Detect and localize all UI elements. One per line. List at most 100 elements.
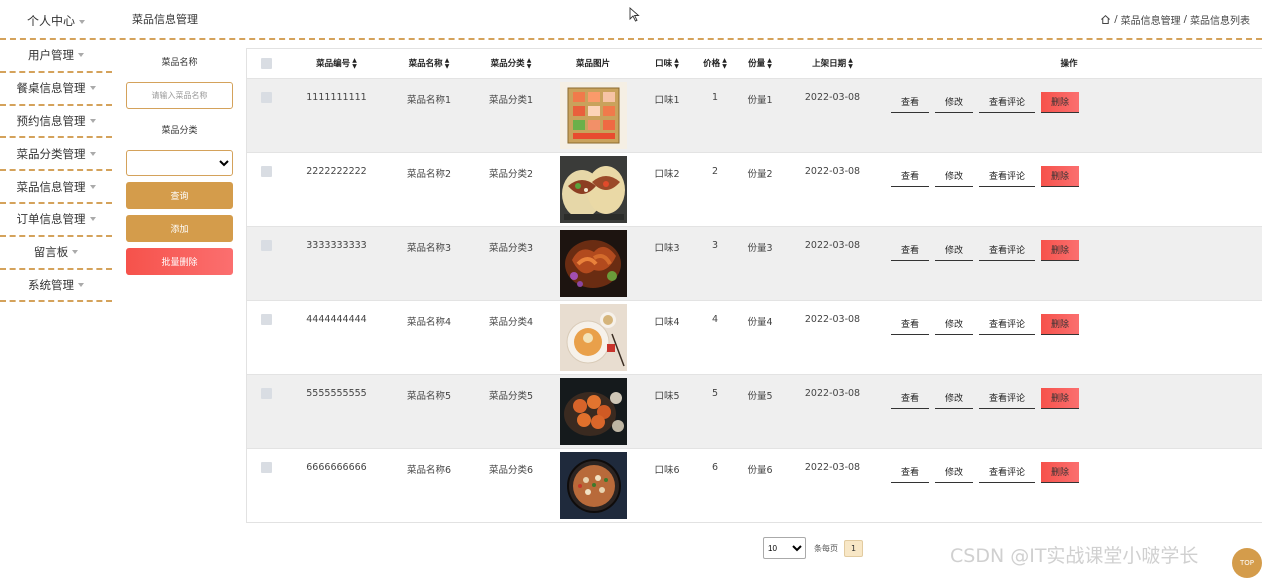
- delete-button[interactable]: 删除: [1041, 461, 1080, 483]
- delete-button[interactable]: 删除: [1041, 313, 1080, 335]
- view-button[interactable]: 查看: [891, 314, 930, 335]
- sidebar-item-label: 用户管理: [28, 48, 74, 63]
- row-checkbox[interactable]: [260, 313, 272, 325]
- delete-button[interactable]: 删除: [1041, 239, 1080, 261]
- row-checkbox[interactable]: [260, 91, 272, 103]
- row-checkbox[interactable]: [260, 239, 272, 251]
- page-number-button[interactable]: 1: [844, 539, 863, 557]
- edit-button[interactable]: 修改: [935, 314, 974, 335]
- col-header-name[interactable]: 菜品名称 ▲ ▼: [388, 49, 470, 78]
- col-header-label: 价格: [703, 59, 721, 69]
- sidebar-item-label: 菜品信息管理: [16, 179, 86, 194]
- sidebar-item-reservations[interactable]: 预约信息管理: [0, 106, 112, 139]
- row-checkbox[interactable]: [260, 165, 272, 177]
- cell-price: 2: [700, 151, 730, 226]
- col-header-image: 菜品图片: [552, 49, 634, 78]
- cell-date: 2022-03-08: [790, 299, 875, 374]
- edit-button[interactable]: 修改: [935, 240, 974, 261]
- caret-down-icon: [72, 250, 79, 255]
- col-header-label: 口味: [655, 59, 673, 69]
- breadcrumb-separator: /: [1114, 14, 1118, 25]
- cell-date: 2022-03-08: [790, 447, 875, 522]
- filter-panel: 菜品名称 菜品分类 查询 添加 批量删除: [126, 40, 233, 275]
- delete-button[interactable]: 删除: [1041, 165, 1080, 187]
- cell-name: 菜品名称1: [388, 77, 470, 152]
- cell-price: 3: [700, 225, 730, 300]
- cell-name: 菜品名称6: [388, 447, 470, 522]
- sidebar-item-tables[interactable]: 餐桌信息管理: [0, 73, 112, 106]
- cell-price: 5: [700, 373, 730, 448]
- cell-category: 菜品分类1: [470, 77, 552, 152]
- breadcrumb: / 菜品信息管理 / 菜品信息列表: [1100, 12, 1250, 27]
- view-button[interactable]: 查看: [891, 166, 930, 187]
- row-checkbox[interactable]: [260, 461, 272, 473]
- col-header-price[interactable]: 价格 ▲ ▼: [700, 49, 730, 78]
- table-row: 3333333333 菜品名称3 菜品分类3 口味3 3 份量3 2022-03…: [247, 225, 1262, 300]
- cell-price: 4: [700, 299, 730, 374]
- top-header: 个人中心 菜品信息管理 / 菜品信息管理 / 菜品信息列表: [0, 0, 1262, 40]
- edit-button[interactable]: 修改: [935, 388, 974, 409]
- col-header-taste[interactable]: 口味 ▲ ▼: [634, 49, 700, 78]
- cell-category: 菜品分类5: [470, 373, 552, 448]
- sort-icon: ▲ ▼: [444, 56, 450, 70]
- sidebar-item-message-board[interactable]: 留言板: [0, 237, 112, 270]
- sidebar-item-users[interactable]: 用户管理: [0, 40, 112, 73]
- pagination: 10 条每页 1: [763, 537, 863, 559]
- delete-button[interactable]: 删除: [1041, 91, 1080, 113]
- cell-category: 菜品分类3: [470, 225, 552, 300]
- breadcrumb-item-dish-management[interactable]: 菜品信息管理: [1121, 12, 1181, 27]
- cell-code: 3333333333: [285, 225, 388, 300]
- col-header-portion[interactable]: 份量 ▲ ▼: [730, 49, 790, 78]
- cell-date: 2022-03-08: [790, 151, 875, 226]
- view-comments-button[interactable]: 查看评论: [979, 166, 1036, 187]
- view-button[interactable]: 查看: [891, 240, 930, 261]
- cell-portion: 份量2: [730, 151, 790, 226]
- home-icon[interactable]: [1100, 14, 1111, 25]
- col-header-category[interactable]: 菜品分类 ▲ ▼: [470, 49, 552, 78]
- sort-icon: ▲ ▼: [526, 56, 532, 70]
- view-button[interactable]: 查看: [891, 462, 930, 483]
- sidebar-item-label: 系统管理: [28, 277, 74, 292]
- sidebar-item-dishes[interactable]: 菜品信息管理: [0, 171, 112, 204]
- cell-code: 4444444444: [285, 299, 388, 374]
- table-row: 6666666666 菜品名称6 菜品分类6 口味6 6 份量6 2022-03…: [247, 447, 1262, 522]
- view-button[interactable]: 查看: [891, 388, 930, 409]
- sidebar-item-dish-categories[interactable]: 菜品分类管理: [0, 138, 112, 172]
- edit-button[interactable]: 修改: [935, 462, 974, 483]
- sidebar-item-label: 餐桌信息管理: [16, 81, 86, 96]
- dish-name-input[interactable]: [126, 82, 233, 109]
- col-header-label: 操作: [1060, 59, 1078, 70]
- edit-button[interactable]: 修改: [935, 166, 974, 187]
- batch-delete-button[interactable]: 批量删除: [126, 248, 233, 275]
- cell-category: 菜品分类4: [470, 299, 552, 374]
- per-page-label: 条每页: [814, 543, 838, 553]
- sidebar-item-label: 留言板: [33, 245, 69, 260]
- back-to-top-button[interactable]: TOP: [1232, 548, 1262, 578]
- edit-button[interactable]: 修改: [935, 92, 974, 113]
- dish-category-select[interactable]: [126, 150, 233, 176]
- sidebar-item-orders[interactable]: 订单信息管理: [0, 204, 112, 237]
- cell-taste: 口味3: [634, 225, 700, 300]
- page-size-select[interactable]: 10: [763, 537, 806, 559]
- query-button[interactable]: 查询: [126, 182, 233, 209]
- add-button[interactable]: 添加: [126, 215, 233, 242]
- col-header-code[interactable]: 菜品编号 ▲ ▼: [285, 49, 388, 78]
- col-header-label: 上架日期: [812, 59, 847, 69]
- delete-button[interactable]: 删除: [1041, 387, 1080, 409]
- view-comments-button[interactable]: 查看评论: [979, 462, 1036, 483]
- cell-price: 6: [700, 447, 730, 522]
- cell-taste: 口味6: [634, 447, 700, 522]
- view-comments-button[interactable]: 查看评论: [979, 314, 1036, 335]
- sidebar-item-system[interactable]: 系统管理: [0, 270, 112, 303]
- user-center-menu[interactable]: 个人中心: [0, 12, 112, 29]
- view-comments-button[interactable]: 查看评论: [979, 92, 1036, 113]
- view-comments-button[interactable]: 查看评论: [979, 388, 1036, 409]
- table-row: 1111111111 菜品名称1 菜品分类1 口味1 1 份量1 2022-03…: [247, 77, 1262, 152]
- view-comments-button[interactable]: 查看评论: [979, 240, 1036, 261]
- view-button[interactable]: 查看: [891, 92, 930, 113]
- col-header-date[interactable]: 上架日期 ▲ ▼: [790, 49, 875, 78]
- select-all-checkbox[interactable]: [260, 57, 272, 69]
- row-checkbox[interactable]: [260, 387, 272, 399]
- sidebar-item-label: 预约信息管理: [16, 113, 86, 128]
- col-header-label: 菜品编号: [316, 59, 351, 69]
